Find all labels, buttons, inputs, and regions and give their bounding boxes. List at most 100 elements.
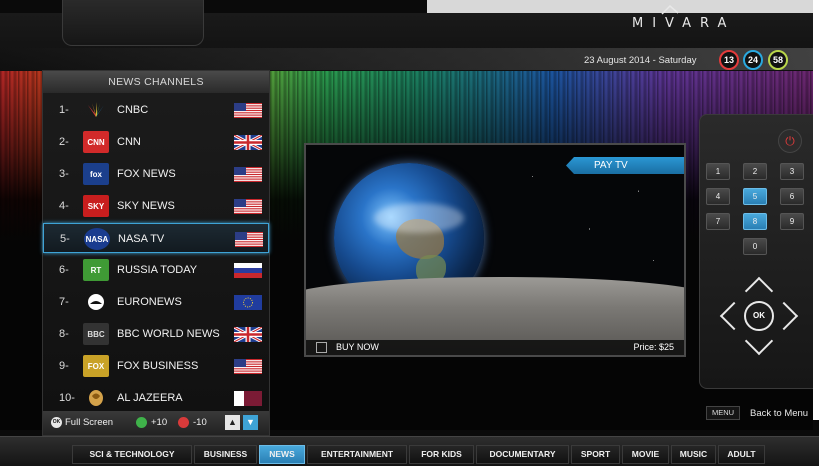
category-tab[interactable]: FOR KIDS: [409, 445, 474, 464]
panel-title: NEWS CHANNELS: [43, 71, 269, 93]
channel-name: SKY NEWS: [117, 200, 175, 212]
channel-logo-icon: [83, 387, 109, 409]
channel-number: 10-: [59, 392, 75, 404]
channel-logo-icon: [83, 99, 109, 121]
minus-ten-label: -10: [193, 417, 207, 428]
flag-us-icon: [234, 199, 262, 214]
channel-logo-icon: SKY: [83, 195, 109, 217]
keypad-key-2[interactable]: 2: [743, 163, 767, 180]
flag-us-icon: [235, 232, 263, 247]
plus-ten-label: +10: [151, 417, 168, 428]
keypad-key-1[interactable]: 1: [706, 163, 730, 180]
keypad-key-6[interactable]: 6: [780, 188, 804, 205]
back-to-menu-label: Back to Menu: [750, 408, 809, 419]
mivara-logo-icon: [661, 5, 679, 15]
channel-logo-icon: FOX: [83, 355, 109, 377]
channel-name: CNN: [117, 136, 141, 148]
category-tab[interactable]: ENTERTAINMENT: [307, 445, 407, 464]
keypad-key-7[interactable]: 7: [706, 213, 730, 230]
green-button-icon[interactable]: [136, 417, 147, 428]
flag-us-icon: [234, 167, 262, 182]
clock-seconds: 58: [768, 50, 788, 70]
keypad-key-4[interactable]: 4: [706, 188, 730, 205]
flag-eu-icon: [234, 295, 262, 310]
flag-qa-icon: [234, 391, 262, 406]
keypad-key-0[interactable]: 0: [743, 238, 767, 255]
panel-footer: OK Full Screen +10 -10 ▲ ▼: [43, 411, 269, 435]
buy-now-checkbox[interactable]: [316, 342, 327, 353]
channel-number: 2-: [59, 136, 69, 148]
channel-name: NASA TV: [118, 233, 165, 245]
keypad-key-3[interactable]: 3: [780, 163, 804, 180]
red-button-icon[interactable]: [178, 417, 189, 428]
channel-logo-icon: RT: [83, 259, 109, 281]
channel-name: CNBC: [117, 104, 149, 116]
flag-uk-icon: [233, 325, 263, 344]
video-info-bar: BUY NOW Price: $25: [306, 340, 684, 355]
channel-row[interactable]: 3- fox FOX NEWS: [43, 159, 269, 189]
category-tab[interactable]: BUSINESS: [194, 445, 257, 464]
channel-name: RUSSIA TODAY: [117, 264, 198, 276]
flag-ru-icon: [234, 263, 262, 278]
category-tab[interactable]: MUSIC: [671, 445, 716, 464]
virtual-remote: ⏻ 123 456 7890 OK: [699, 114, 813, 389]
channel-row[interactable]: 6- RT RUSSIA TODAY: [43, 255, 269, 285]
fullscreen-label[interactable]: Full Screen: [65, 417, 113, 428]
brand-logo: MIVARA: [632, 16, 736, 31]
clock-hours: 13: [719, 50, 739, 70]
ok-button-icon[interactable]: OK: [51, 417, 62, 428]
channel-row[interactable]: 2- CNN CNN: [43, 127, 269, 157]
channel-name: EURONEWS: [117, 296, 182, 308]
channel-row[interactable]: 8- BBC BBC WORLD NEWS: [43, 319, 269, 349]
tv-screen: MIVARA 23 August 2014 - Saturday 13 24 5…: [0, 0, 819, 466]
dpad-down-icon[interactable]: [744, 326, 774, 356]
category-tab[interactable]: ADULT: [718, 445, 765, 464]
channel-number: 3-: [59, 168, 69, 180]
channel-number: 4-: [59, 200, 69, 212]
dpad-right-icon[interactable]: [769, 301, 799, 331]
channel-row[interactable]: 5- NASA NASA TV: [43, 223, 269, 253]
pay-tv-badge: PAY TV: [566, 157, 684, 174]
channel-logo-icon: CNN: [83, 131, 109, 153]
clock-minutes: 24: [743, 50, 763, 70]
scroll-up-icon[interactable]: ▲: [225, 415, 240, 430]
channel-row[interactable]: 7- EURONEWS: [43, 287, 269, 317]
channel-name: FOX NEWS: [117, 168, 176, 180]
channel-logo-icon: fox: [83, 163, 109, 185]
channel-number: 6-: [59, 264, 69, 276]
dpad-ok-button[interactable]: OK: [744, 301, 774, 331]
category-tab[interactable]: SCI & TECHNOLOGY: [72, 445, 192, 464]
channel-name: FOX BUSINESS: [117, 360, 199, 372]
flag-us-icon: [234, 103, 262, 118]
channel-name: BBC WORLD NEWS: [117, 328, 220, 340]
price-label: Price: $25: [633, 342, 674, 352]
channel-number: 7-: [59, 296, 69, 308]
channel-row[interactable]: 1- CNBC: [43, 95, 269, 125]
keypad-key-8[interactable]: 8: [743, 213, 767, 230]
news-channels-panel: NEWS CHANNELS 1- CNBC 2- CNN CNN 3- fox FOX NEW…: [42, 70, 270, 436]
scroll-down-icon[interactable]: ▼: [243, 415, 258, 430]
category-tab[interactable]: MOVIE: [622, 445, 669, 464]
camera-stand: [62, 0, 204, 46]
category-tab[interactable]: DOCUMENTARY: [476, 445, 569, 464]
flag-uk-icon: [233, 133, 263, 152]
channel-number: 1-: [59, 104, 69, 116]
keypad-key-9[interactable]: 9: [780, 213, 804, 230]
video-preview[interactable]: PAY TV BUY NOW Price: $25: [304, 143, 686, 357]
channel-logo-icon: NASA: [84, 228, 110, 250]
channel-logo-icon: BBC: [83, 323, 109, 345]
channel-number: 5-: [60, 233, 70, 245]
power-icon[interactable]: ⏻: [778, 129, 802, 153]
channel-number: 8-: [59, 328, 69, 340]
date-label: 23 August 2014 - Saturday: [584, 55, 697, 66]
buy-now-label[interactable]: BUY NOW: [336, 340, 379, 355]
channel-row[interactable]: 9- FOX FOX BUSINESS: [43, 351, 269, 381]
category-tab[interactable]: NEWS: [259, 445, 305, 464]
channel-name: AL JAZEERA: [117, 392, 183, 404]
channel-row[interactable]: 4- SKY SKY NEWS: [43, 191, 269, 221]
channel-row[interactable]: 10- AL JAZEERA: [43, 383, 269, 413]
keypad-key-5[interactable]: 5: [743, 188, 767, 205]
flag-us-icon: [234, 359, 262, 374]
category-tab[interactable]: SPORT: [571, 445, 620, 464]
menu-key[interactable]: MENU: [706, 406, 740, 420]
